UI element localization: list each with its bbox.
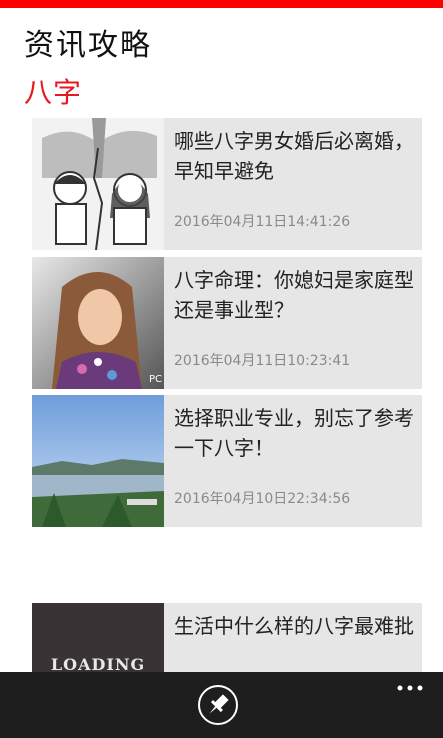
article-time: 2016年04月11日14:41:26 bbox=[174, 214, 351, 230]
article-title: 哪些八字男女婚后必离婚，早知早避免 bbox=[174, 129, 414, 183]
article-thumbnail: PC bbox=[32, 257, 164, 389]
app-bar bbox=[0, 672, 443, 738]
article-title: 八字命理：你媳妇是家庭型还是事业型？ bbox=[174, 268, 414, 322]
article-time: 2016年04月10日22:34:56 bbox=[174, 491, 351, 507]
article-card[interactable]: 哪些八字男女婚后必离婚，早知早避免 2016年04月11日14:41:26 bbox=[32, 118, 422, 250]
article-thumbnail bbox=[32, 118, 164, 250]
article-time: 2016年04月11日10:23:41 bbox=[174, 353, 351, 369]
more-icon[interactable] bbox=[397, 684, 423, 692]
article-title: 选择职业专业，别忘了参考一下八字！ bbox=[174, 406, 414, 460]
article-card[interactable]: PC 八字命理：你媳妇是家庭型还是事业型？ 2016年04月11日10:23:4… bbox=[32, 257, 422, 389]
section-title: 八字 bbox=[24, 76, 83, 109]
pin-icon bbox=[209, 694, 229, 714]
article-title: 生活中什么样的八字最难批 bbox=[174, 614, 414, 638]
pin-button[interactable] bbox=[198, 685, 238, 725]
article-card[interactable]: 选择职业专业，别忘了参考一下八字！ 2016年04月10日22:34:56 bbox=[32, 395, 422, 527]
page-title: 资讯攻略 bbox=[24, 28, 152, 63]
article-thumbnail bbox=[32, 395, 164, 527]
thumbnail-watermark: PC bbox=[148, 374, 162, 385]
status-accent-bar bbox=[0, 0, 443, 8]
